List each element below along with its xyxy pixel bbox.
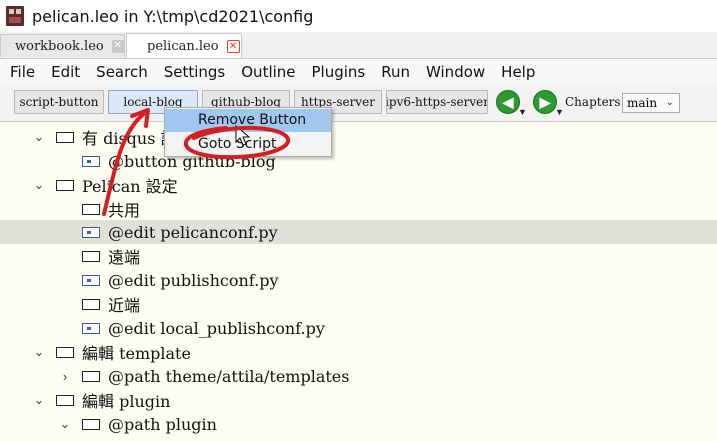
back-history-dropdown-icon[interactable]: ▼ bbox=[518, 107, 527, 117]
expand-arrow-icon[interactable]: ⌄ bbox=[32, 129, 46, 145]
headline[interactable]: @path theme/attila/templates bbox=[108, 367, 349, 386]
script-button[interactable]: script-button bbox=[14, 90, 104, 114]
menu-plugins[interactable]: Plugins bbox=[306, 63, 372, 81]
node-icon bbox=[82, 226, 100, 238]
forward-history-dropdown-icon[interactable]: ▼ bbox=[555, 107, 564, 117]
headline[interactable]: @edit publishconf.py bbox=[108, 271, 279, 290]
outline-row[interactable]: ⌄ 編輯 plugin bbox=[0, 388, 717, 412]
headline[interactable]: Pelican 設定 bbox=[82, 173, 178, 197]
headline[interactable]: @edit pelicanconf.py bbox=[108, 223, 278, 242]
headline[interactable]: 近端 bbox=[108, 292, 140, 316]
node-icon bbox=[56, 131, 74, 143]
goto-script-menu-item[interactable]: Goto Script bbox=[165, 133, 331, 156]
node-icon bbox=[56, 179, 74, 191]
close-icon[interactable]: ✕ bbox=[226, 39, 240, 53]
outline-row[interactable]: › @path theme/attila/templates bbox=[0, 364, 717, 388]
headline[interactable]: 編輯 template bbox=[82, 340, 191, 364]
headline[interactable]: @edit local_publishconf.py bbox=[108, 319, 325, 338]
node-icon bbox=[82, 274, 100, 286]
menu-outline[interactable]: Outline bbox=[235, 63, 301, 81]
menu-window[interactable]: Window bbox=[420, 63, 491, 81]
outline-row[interactable]: @edit local_publishconf.py bbox=[0, 316, 717, 340]
tab-pelican[interactable]: pelican.leo ✕ bbox=[126, 33, 242, 58]
outline-row[interactable]: ⌄ 有 disqus 設定 bbox=[0, 125, 717, 149]
node-icon bbox=[82, 250, 100, 262]
menu-bar: File Edit Search Settings Outline Plugin… bbox=[0, 59, 717, 85]
outline-row[interactable]: @button github-blog bbox=[0, 149, 717, 173]
headline[interactable]: 編輯 plugin bbox=[82, 388, 170, 412]
headline[interactable]: 共用 bbox=[108, 197, 140, 221]
remove-button-menu-item[interactable]: Remove Button bbox=[165, 109, 331, 132]
expand-arrow-icon[interactable]: ⌄ bbox=[32, 392, 46, 408]
chapters-value: main bbox=[627, 96, 658, 110]
forward-arrow-icon[interactable]: ▶ bbox=[533, 90, 557, 114]
back-arrow-icon[interactable]: ◀ bbox=[496, 90, 520, 114]
title-bar: pelican.leo in Y:\tmp\cd2021\config bbox=[0, 0, 717, 32]
headline[interactable]: 遠端 bbox=[108, 244, 140, 268]
headline[interactable]: @path plugin bbox=[108, 415, 217, 434]
expand-arrow-icon[interactable]: ⌄ bbox=[32, 344, 46, 360]
menu-search[interactable]: Search bbox=[90, 63, 154, 81]
window-title: pelican.leo in Y:\tmp\cd2021\config bbox=[32, 6, 314, 26]
leo-app-icon bbox=[6, 6, 24, 26]
node-icon bbox=[56, 394, 74, 406]
toolbar: script-button local-blog github-blog htt… bbox=[0, 85, 717, 122]
chevron-down-icon: ⌄ bbox=[665, 97, 674, 108]
outline-row[interactable]: ⌄ 編輯 template bbox=[0, 340, 717, 364]
node-icon bbox=[82, 322, 100, 334]
close-icon[interactable]: ✕ bbox=[111, 39, 124, 53]
outline-row-selected[interactable]: @edit pelicanconf.py bbox=[0, 220, 717, 244]
expand-arrow-icon[interactable]: ⌄ bbox=[32, 177, 46, 193]
tab-label: pelican.leo bbox=[147, 38, 219, 54]
menu-help[interactable]: Help bbox=[495, 63, 541, 81]
outline-row[interactable]: ⌄ Pelican 設定 bbox=[0, 173, 717, 197]
node-icon bbox=[82, 370, 100, 382]
menu-file[interactable]: File bbox=[4, 63, 41, 81]
menu-run[interactable]: Run bbox=[375, 63, 416, 81]
ipv6-https-server-button[interactable]: ipv6-https-server bbox=[386, 90, 488, 114]
node-icon bbox=[82, 418, 100, 430]
outline-row[interactable]: ⌄ @path plugin bbox=[0, 412, 717, 436]
outline-pane[interactable]: ⌄ 有 disqus 設定 @button github-blog ⌄ Peli… bbox=[0, 122, 717, 441]
tab-label: workbook.leo bbox=[15, 38, 104, 54]
outline-row[interactable]: 近端 bbox=[0, 292, 717, 316]
node-icon bbox=[82, 298, 100, 310]
menu-edit[interactable]: Edit bbox=[45, 63, 86, 81]
chapters-label: Chapters: bbox=[565, 95, 625, 109]
expand-arrow-icon[interactable]: ⌄ bbox=[58, 416, 72, 432]
expand-arrow-icon[interactable]: › bbox=[58, 369, 72, 384]
outline-row[interactable]: @edit publishconf.py bbox=[0, 268, 717, 292]
tab-workbook[interactable]: workbook.leo ✕ bbox=[0, 34, 125, 57]
outline-row[interactable]: 共用 bbox=[0, 197, 717, 221]
outline-row[interactable]: 遠端 bbox=[0, 244, 717, 268]
tab-bar: workbook.leo ✕ pelican.leo ✕ bbox=[0, 32, 717, 59]
chapters-select[interactable]: main ⌄ bbox=[622, 93, 680, 113]
context-menu: Remove Button Goto Script bbox=[164, 107, 332, 157]
node-icon bbox=[82, 155, 100, 167]
node-icon bbox=[56, 346, 74, 358]
node-icon bbox=[82, 203, 100, 215]
menu-settings[interactable]: Settings bbox=[158, 63, 232, 81]
